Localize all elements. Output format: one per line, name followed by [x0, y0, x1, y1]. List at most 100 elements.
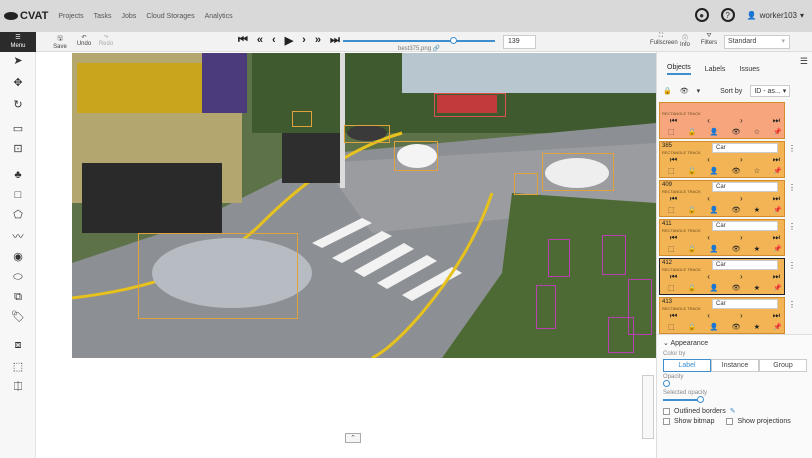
last-keyframe-icon[interactable]: ⏭ — [773, 155, 780, 165]
undo-button[interactable]: ↶ Undo — [74, 34, 94, 47]
next-keyframe-icon[interactable]: › — [740, 272, 743, 282]
appearance-header[interactable]: ⌄ Appearance — [663, 339, 807, 347]
last-keyframe-icon[interactable]: ⏭ — [773, 272, 780, 282]
pin-icon[interactable]: 📌 — [773, 284, 782, 292]
object-item[interactable]: 413 RECTANGLE TRACK Car ⋮ ⏮ ‹ › ⏭ ⬚ 🔒 👤 👁 ★ 📌 — [659, 297, 796, 334]
object-menu-icon[interactable]: ⋮ — [788, 300, 796, 309]
keyframe-icon[interactable]: ★ — [754, 323, 760, 331]
keyframe-icon[interactable]: ★ — [754, 284, 760, 292]
object-item[interactable]: 385 RECTANGLE TRACK Car ⋮ ⏮ ‹ › ⏭ ⬚ 🔒 👤 👁 ☆ 📌 — [659, 141, 796, 178]
merge-shapes-icon[interactable]: ⧈ — [10, 338, 26, 352]
save-button[interactable]: 🖫 Save — [50, 34, 70, 50]
selected-opacity-slider[interactable] — [663, 396, 807, 404]
pin-icon[interactable]: 📌 — [773, 323, 782, 331]
lock-icon[interactable]: 🔒 — [688, 206, 697, 214]
setup-tag-icon[interactable]: 🏷 — [10, 310, 26, 324]
frame-number-input[interactable]: 139 — [503, 35, 536, 49]
keyframe-icon[interactable]: ☆ — [754, 167, 760, 175]
color-by-instance-option[interactable]: Instance — [711, 359, 759, 372]
object-label-select[interactable]: Car — [712, 221, 778, 231]
object-label-select[interactable]: Car — [712, 299, 778, 309]
object-item[interactable]: 411 RECTANGLE TRACK Car ⋮ ⏮ ‹ › ⏭ ⬚ 🔒 👤 👁 ★ 📌 — [659, 219, 796, 256]
object-menu-icon[interactable]: ⋮ — [788, 144, 796, 153]
sort-select[interactable]: ID - as... ▾ — [750, 85, 791, 97]
back-fast-icon[interactable]: « — [257, 34, 263, 47]
last-keyframe-icon[interactable]: ⏭ — [773, 233, 780, 243]
first-keyframe-icon[interactable]: ⏮ — [670, 311, 677, 321]
expand-panel-button[interactable]: ⌃ — [345, 433, 361, 443]
visible-icon[interactable]: 👁 — [732, 284, 741, 292]
last-keyframe-icon[interactable]: ⏭ — [773, 194, 780, 204]
menu-button[interactable]: ☰ Menu — [0, 32, 36, 52]
visible-icon[interactable]: 👁 — [732, 323, 741, 331]
bbox-bicycle-1[interactable] — [548, 239, 570, 277]
object-item[interactable]: 409 RECTANGLE TRACK Car ⋮ ⏮ ‹ › ⏭ ⬚ 🔒 👤 👁 ★ 📌 — [659, 180, 796, 217]
outlined-borders-option[interactable]: Outlined borders ✎ — [663, 407, 807, 415]
annotation-canvas[interactable] — [72, 53, 656, 358]
pin-icon[interactable]: 📌 — [773, 245, 782, 253]
object-menu-icon[interactable]: ⋮ — [788, 183, 796, 192]
object-menu-icon[interactable]: ⋮ — [788, 222, 796, 231]
show-projections-checkbox[interactable] — [726, 418, 734, 425]
help-icon[interactable]: ? — [720, 8, 735, 22]
fit-image-icon[interactable]: ▭ — [10, 122, 26, 136]
object-item[interactable]: RECTANGLE TRACK ⏮ ‹ › ⏭ ⬚ 🔒 👤 👁 ☆ 📌 — [659, 102, 785, 139]
draw-ellipse-icon[interactable]: ⬭ — [10, 270, 26, 284]
occluded-icon[interactable]: 👤 — [710, 206, 719, 214]
draw-points-icon[interactable]: ◉ — [10, 250, 26, 264]
nav-analytics[interactable]: Analytics — [205, 13, 233, 20]
last-keyframe-icon[interactable]: ⏭ — [773, 116, 780, 126]
next-keyframe-icon[interactable]: › — [740, 155, 743, 165]
pin-icon[interactable]: 📌 — [773, 128, 782, 136]
first-keyframe-icon[interactable]: ⏮ — [670, 155, 677, 165]
lock-icon[interactable]: 🔒 — [688, 128, 697, 136]
bbox-bicycle-3[interactable] — [536, 285, 556, 329]
color-picker-icon[interactable]: ✎ — [730, 407, 736, 415]
last-keyframe-icon[interactable]: ⏭ — [773, 311, 780, 321]
lock-icon[interactable]: 🔒 — [688, 167, 697, 175]
lock-all-icon[interactable]: 🔒 — [663, 87, 672, 95]
first-keyframe-icon[interactable]: ⏮ — [670, 233, 677, 243]
visible-icon[interactable]: 👁 — [732, 167, 741, 175]
tab-objects[interactable]: Objects — [667, 64, 691, 75]
first-keyframe-icon[interactable]: ⏮ — [670, 272, 677, 282]
object-menu-icon[interactable]: ⋮ — [788, 261, 796, 270]
filters-button[interactable]: ⛛ Filters — [698, 33, 720, 46]
nav-cloud-storages[interactable]: Cloud Storages — [146, 13, 194, 20]
next-keyframe-icon[interactable]: › — [740, 194, 743, 204]
ai-tools-icon[interactable]: ♣ — [10, 168, 26, 182]
object-label-select[interactable]: Car — [712, 182, 778, 192]
prev-keyframe-icon[interactable]: ‹ — [707, 194, 710, 204]
lock-icon[interactable]: 🔒 — [688, 245, 697, 253]
color-by-group-option[interactable]: Group — [759, 359, 807, 372]
next-keyframe-icon[interactable]: › — [740, 233, 743, 243]
bbox-car-white[interactable] — [542, 153, 614, 191]
prev-keyframe-icon[interactable]: ‹ — [707, 116, 710, 126]
first-keyframe-icon[interactable]: ⏮ — [670, 116, 677, 126]
occluded-icon[interactable]: 👤 — [710, 323, 719, 331]
bbox-bicycle-2[interactable] — [602, 235, 626, 275]
opacity-slider[interactable] — [663, 380, 807, 388]
frame-slider-handle[interactable] — [450, 37, 457, 44]
bbox-car-white-suv[interactable] — [394, 141, 438, 171]
draw-polygon-icon[interactable]: ⬠ — [10, 208, 26, 222]
first-keyframe-icon[interactable]: ⏮ — [670, 194, 677, 204]
occluded-icon[interactable]: 👤 — [710, 128, 719, 136]
bbox-cone[interactable] — [514, 173, 538, 195]
keyframe-icon[interactable]: ★ — [754, 206, 760, 214]
user-menu[interactable]: 👤 worker103 ▾ — [747, 11, 804, 20]
move-icon[interactable]: ✥ — [10, 76, 26, 90]
outside-icon[interactable]: ⬚ — [668, 323, 675, 331]
keyframe-icon[interactable]: ★ — [754, 245, 760, 253]
rotate-icon[interactable]: ↻ — [10, 98, 26, 112]
hide-all-icon[interactable]: 👁 — [680, 87, 689, 95]
bbox-car-dark[interactable] — [344, 125, 390, 143]
collapse-all-icon[interactable]: ▾ — [697, 87, 701, 95]
color-by-label-option[interactable]: Label — [663, 359, 711, 372]
object-label-select[interactable]: Car — [712, 260, 778, 270]
previous-frame-icon[interactable]: ‹ — [272, 34, 276, 47]
play-icon[interactable]: ▶ — [285, 34, 293, 47]
bbox-bus[interactable] — [434, 93, 506, 117]
show-bitmap-checkbox[interactable] — [663, 418, 670, 425]
cvat-logo[interactable]: CVAT — [4, 10, 48, 22]
